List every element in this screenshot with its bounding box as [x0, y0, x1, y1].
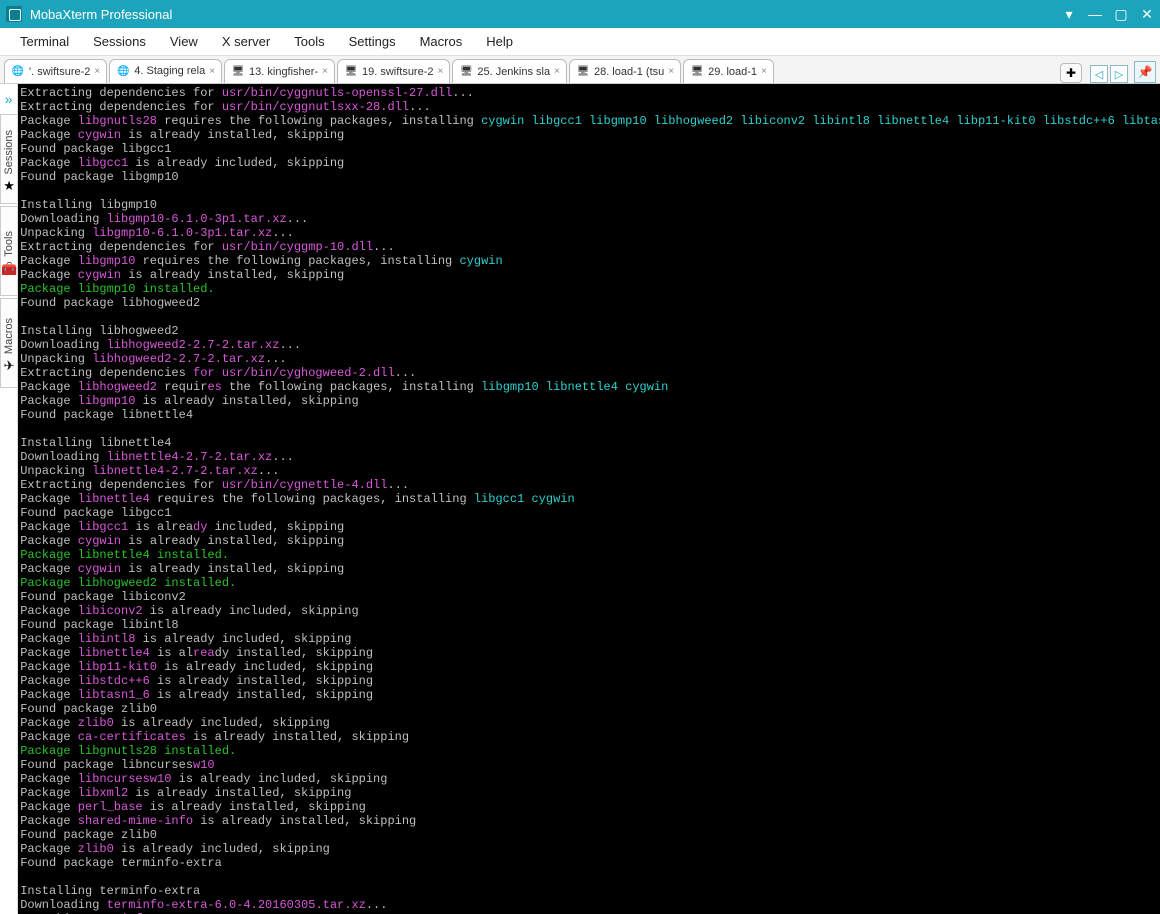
sidebar-label: Sessions — [3, 130, 15, 175]
menu-macros[interactable]: Macros — [410, 30, 473, 53]
menu-tools[interactable]: Tools — [284, 30, 334, 53]
tab-label: 4. Staging rela — [134, 65, 205, 77]
tab-close-icon[interactable]: × — [438, 66, 444, 77]
sidebar: » Sessions ★ Tools 🧰 Macros ✈ — [0, 84, 18, 914]
menubar: TerminalSessionsViewX serverToolsSetting… — [0, 28, 1160, 56]
sidebar-tab-sessions[interactable]: Sessions ★ — [0, 114, 17, 204]
terminal-area: Extracting dependencies for usr/bin/cygg… — [18, 84, 1160, 914]
tab-2[interactable]: 🖥 13. kingfisher- × — [224, 59, 335, 83]
tab-list: 🌐 '. swiftsure-2 × 🌐 4. Staging rela × 🖥 13. ki… — [4, 59, 1056, 83]
tab-pin-button[interactable]: 📌 — [1134, 61, 1156, 83]
tab-label: 29. load-1 — [708, 66, 757, 78]
tab-prev-button[interactable]: ◁ — [1090, 65, 1108, 83]
dropdown-icon[interactable]: ▾ — [1062, 7, 1076, 21]
sidebar-label: Tools — [3, 231, 15, 257]
titlebar[interactable]: MobaXterm Professional ▾ — ▢ ✕ — [0, 0, 1160, 28]
body: » Sessions ★ Tools 🧰 Macros ✈ Extracting depe… — [0, 84, 1160, 914]
monitor-icon: 🖥 — [690, 65, 704, 79]
tab-6[interactable]: 🖥 29. load-1 × — [683, 59, 774, 83]
tab-label: 25. Jenkins sla — [477, 66, 550, 78]
tab-add-button[interactable]: ✚ — [1060, 63, 1082, 83]
tools-icon: 🧰 — [1, 261, 17, 277]
app-icon — [6, 6, 22, 22]
window-buttons: ▾ — ▢ ✕ — [1062, 7, 1154, 21]
tab-label: 28. load-1 (tsu — [594, 66, 664, 78]
sidebar-tab-macros[interactable]: Macros ✈ — [0, 298, 17, 388]
tab-4[interactable]: 🖥 25. Jenkins sla × — [452, 59, 567, 83]
menu-settings[interactable]: Settings — [339, 30, 406, 53]
tab-close-icon[interactable]: × — [668, 66, 674, 77]
tab-1[interactable]: 🌐 4. Staging rela × — [109, 59, 222, 83]
sidebar-expand-button[interactable]: » — [0, 84, 17, 114]
maximize-button[interactable]: ▢ — [1114, 7, 1128, 21]
menu-x-server[interactable]: X server — [212, 30, 280, 53]
tab-close-icon[interactable]: × — [322, 66, 328, 77]
tab-close-icon[interactable]: × — [209, 66, 215, 77]
terminal[interactable]: Extracting dependencies for usr/bin/cygg… — [18, 84, 1160, 914]
sidebar-tab-tools[interactable]: Tools 🧰 — [0, 206, 17, 296]
window-title: MobaXterm Professional — [30, 7, 1062, 22]
monitor-icon: 🖥 — [344, 65, 358, 79]
sessions-icon: ★ — [3, 178, 15, 194]
tab-close-icon[interactable]: × — [761, 66, 767, 77]
menu-terminal[interactable]: Terminal — [10, 30, 79, 53]
menu-help[interactable]: Help — [476, 30, 523, 53]
close-button[interactable]: ✕ — [1140, 7, 1154, 21]
globe-icon: 🌐 — [11, 65, 25, 79]
tab-next-button[interactable]: ▷ — [1110, 65, 1128, 83]
tab-0[interactable]: 🌐 '. swiftsure-2 × — [4, 59, 107, 83]
menu-view[interactable]: View — [160, 30, 208, 53]
tab-label: 19. swiftsure-2 — [362, 66, 434, 78]
tab-3[interactable]: 🖥 19. swiftsure-2 × — [337, 59, 450, 83]
minimize-button[interactable]: — — [1088, 7, 1102, 21]
tab-nav: ◁ ▷ — [1090, 65, 1128, 83]
monitor-icon: 🖥 — [576, 65, 590, 79]
monitor-icon: 🖥 — [231, 65, 245, 79]
tab-label: 13. kingfisher- — [249, 66, 318, 78]
sidebar-label: Macros — [3, 318, 15, 354]
tab-close-icon[interactable]: × — [94, 66, 100, 77]
macros-icon: ✈ — [4, 358, 15, 374]
tab-5[interactable]: 🖥 28. load-1 (tsu × — [569, 59, 681, 83]
monitor-icon: 🖥 — [459, 65, 473, 79]
tab-label: '. swiftsure-2 — [29, 66, 90, 78]
globe-icon: 🌐 — [116, 64, 130, 78]
tab-close-icon[interactable]: × — [554, 66, 560, 77]
menu-sessions[interactable]: Sessions — [83, 30, 156, 53]
tab-bar: 🌐 '. swiftsure-2 × 🌐 4. Staging rela × 🖥 13. ki… — [0, 56, 1160, 84]
